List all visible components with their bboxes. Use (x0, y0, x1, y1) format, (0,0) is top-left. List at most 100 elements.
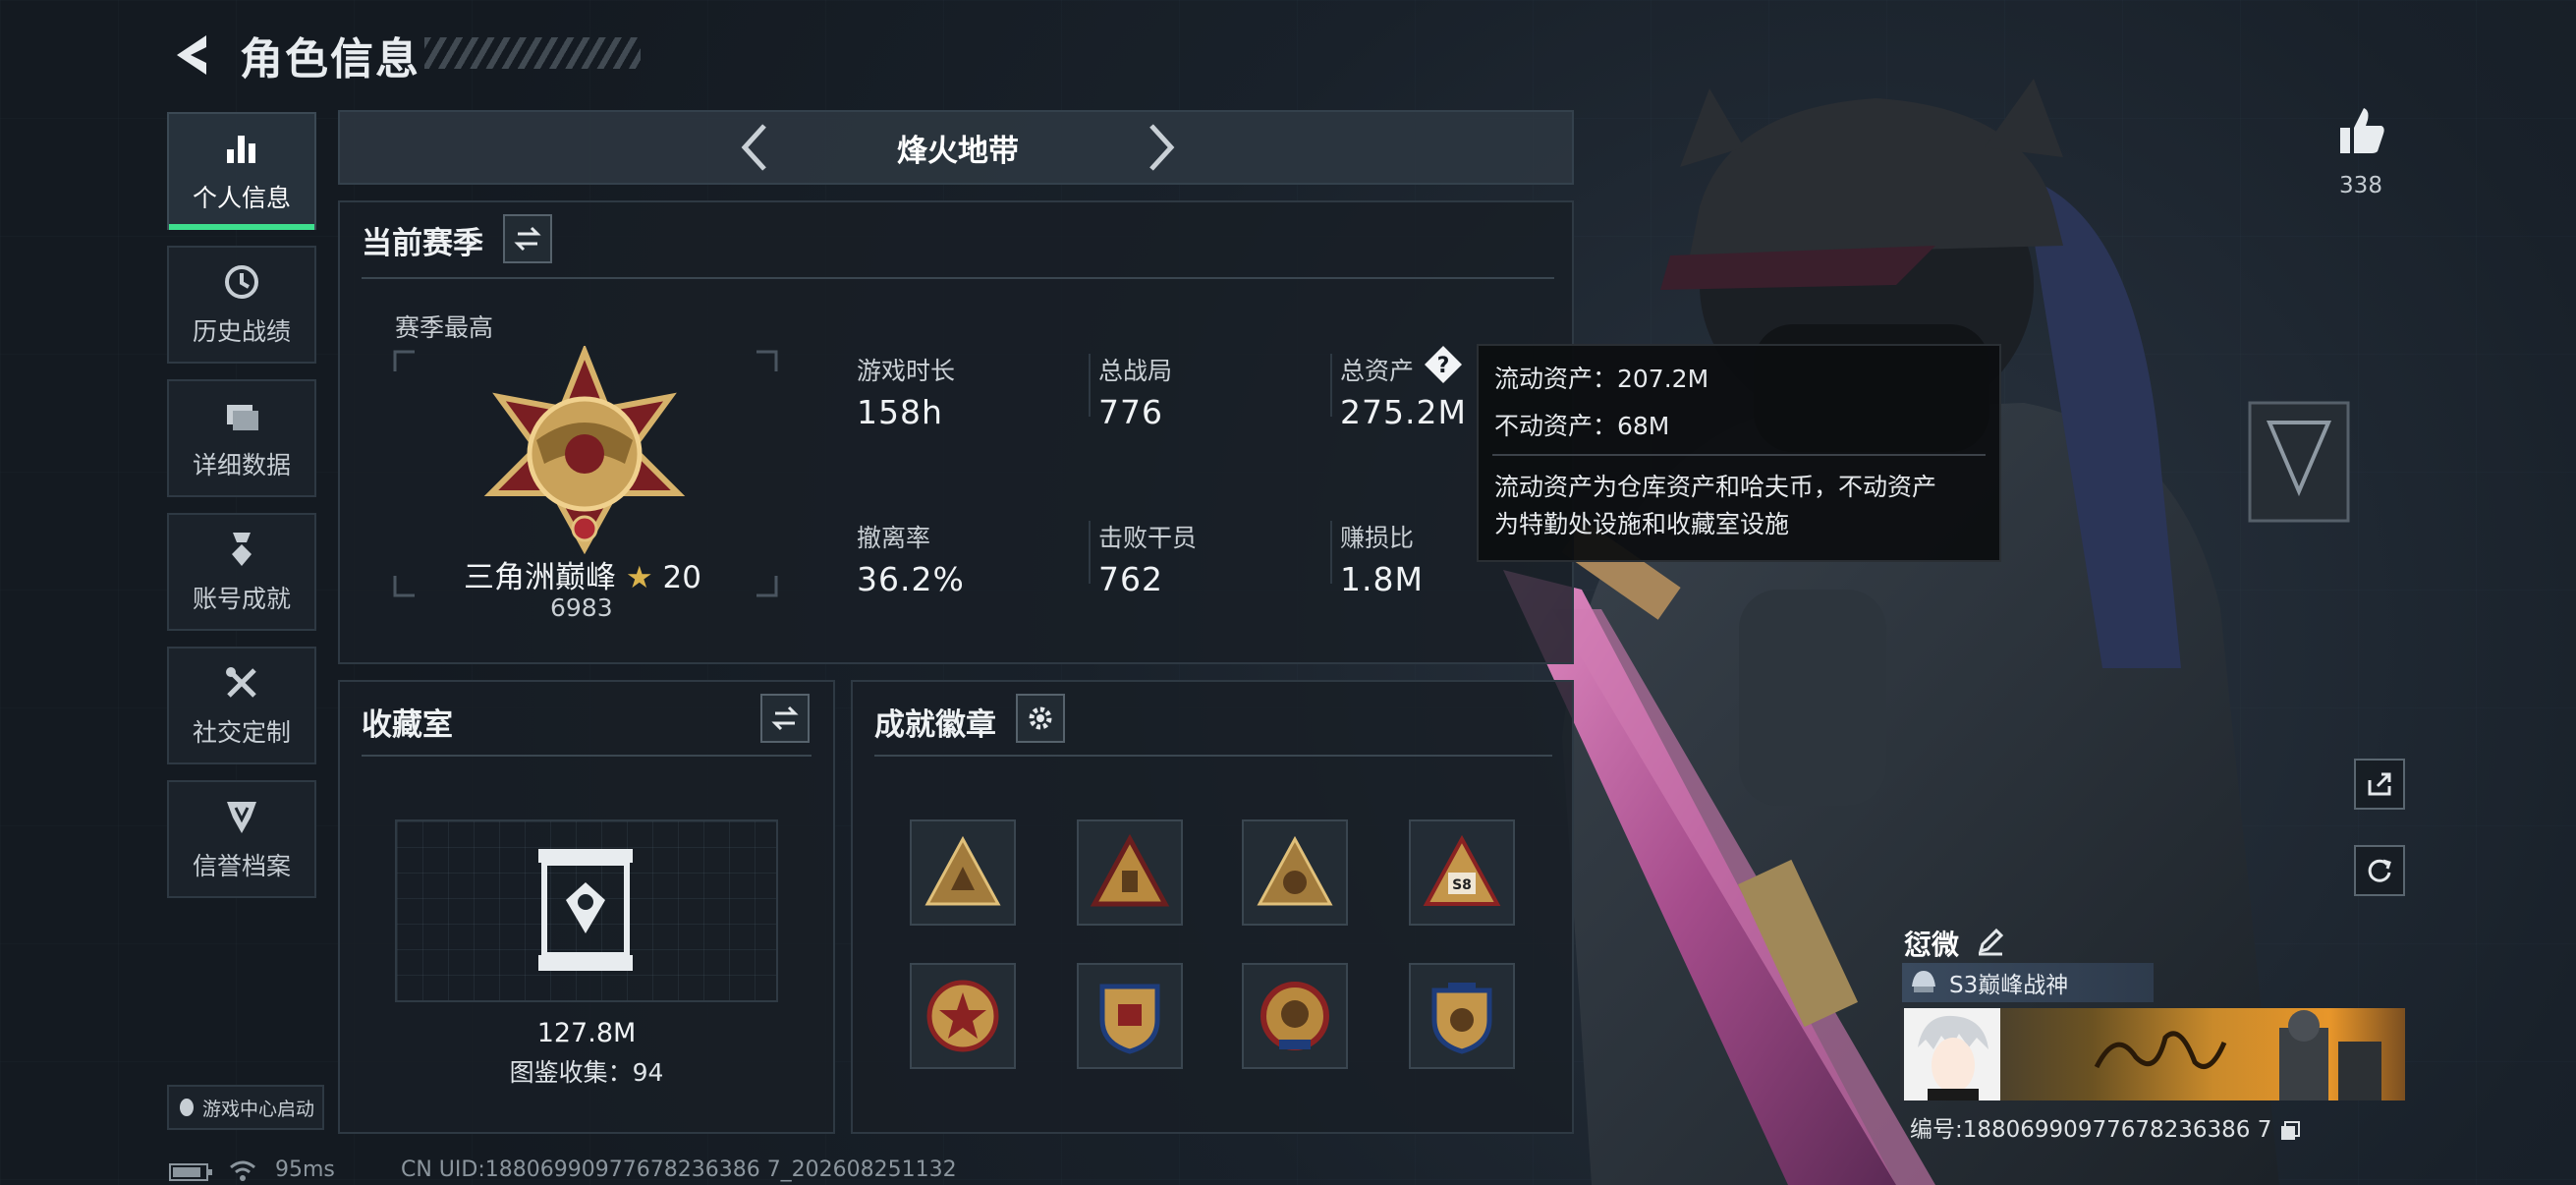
achievement-medal-icon (232, 533, 252, 566)
vault-display-icon (538, 849, 633, 971)
player-name: 愆微 (1904, 929, 1960, 961)
sidebar-item-credit-record[interactable]: 信誉档案 (167, 780, 316, 898)
refresh-button[interactable] (2354, 845, 2405, 896)
tools-icon (226, 667, 256, 698)
thumbs-up-icon[interactable] (2334, 104, 2387, 157)
player-title: S3巅峰战神 (1949, 973, 2069, 998)
rank-score: 6983 (550, 593, 613, 622)
sidebar-item-achievements[interactable]: 账号成就 (167, 513, 316, 631)
season-switch-button[interactable] (503, 214, 552, 263)
game-center-launch[interactable]: 游戏中心启动 (167, 1085, 324, 1130)
tooltip-desc-line-2: 为特勤处设施和收藏室设施 (1494, 510, 1790, 538)
badge-tile[interactable] (1242, 819, 1348, 926)
triangle-badge-icon (924, 835, 1001, 906)
folder-stack-icon (227, 405, 258, 430)
divider (362, 755, 812, 757)
tooltip-liquid-assets: 流动资产：207.2M (1494, 365, 1709, 393)
sidebar-item-label: 详细数据 (192, 451, 291, 480)
divider (1492, 454, 1986, 456)
stat-value-profit-ratio: 1.8M (1340, 560, 1424, 598)
swap-arrows-icon (514, 226, 541, 252)
svg-text:?: ? (1437, 354, 1450, 378)
stat-label-profit-ratio: 赚损比 (1340, 524, 1415, 552)
help-question-icon[interactable]: ? (1423, 344, 1464, 385)
divider (1330, 354, 1332, 417)
triangle-badge-icon (1090, 833, 1170, 907)
collection-catalog: 图鉴收集：94 (509, 1058, 664, 1087)
sidebar-item-history[interactable]: 历史战绩 (167, 246, 316, 364)
helmet-icon (1912, 971, 1935, 992)
badges-settings-button[interactable] (1016, 694, 1065, 743)
rank-star-icon: ★ (625, 560, 653, 595)
sidebar-item-social-custom[interactable]: 社交定制 (167, 647, 316, 764)
bar-chart-icon (227, 136, 255, 163)
sidebar-item-label: 历史战绩 (192, 317, 291, 346)
gear-icon (1029, 706, 1052, 730)
badge-tile[interactable] (910, 819, 1016, 926)
sidebar-item-label: 个人信息 (192, 184, 291, 212)
season-peak-label: 赛季最高 (395, 313, 494, 342)
wifi-icon (230, 1160, 255, 1181)
mode-title: 烽火地带 (897, 134, 1019, 169)
stat-label-playtime: 游戏时长 (857, 357, 956, 385)
tooltip-desc-line-1: 流动资产为仓库资产和哈夫币，不动资产 (1494, 473, 1937, 501)
copy-icon[interactable] (2279, 1120, 2301, 1142)
badges-title: 成就徽章 (874, 707, 996, 743)
stat-value-operators-defeated: 762 (1098, 560, 1163, 598)
stat-label-extract-rate: 撤离率 (857, 524, 931, 552)
rank-emblem-icon (483, 346, 686, 554)
sidebar-item-personal-info[interactable]: 个人信息 (167, 112, 316, 230)
sidebar-item-label: 信誉档案 (192, 852, 291, 880)
badge-tile[interactable] (1077, 963, 1183, 1069)
triangle-badge-s8-icon: S8 (1423, 834, 1501, 906)
assets-tooltip: 流动资产：207.2M 不动资产：68M 流动资产为仓库资产和哈夫币，不动资产 … (1477, 344, 2001, 562)
divider (362, 277, 1554, 279)
sidebar-item-detailed-data[interactable]: 详细数据 (167, 379, 316, 497)
badge-tile[interactable] (1077, 819, 1183, 926)
page-title: 角色信息 (240, 34, 420, 85)
badge-tile[interactable] (1242, 963, 1348, 1069)
penguin-icon (179, 1099, 194, 1116)
divider (1089, 354, 1091, 417)
rank-name: 三角洲巅峰 (464, 560, 616, 595)
player-uid-text: 编号:18806990977678236386 7 (1910, 1117, 2272, 1143)
stat-value-playtime: 158h (857, 393, 943, 431)
network-ping: 95ms (275, 1157, 335, 1182)
player-name-card[interactable] (1900, 1008, 2405, 1100)
sidebar-item-label: 社交定制 (192, 718, 291, 747)
badge-s8-label: S8 (1452, 877, 1472, 893)
shield-emblem-icon (1431, 983, 1492, 1054)
back-arrow-icon[interactable] (167, 29, 218, 81)
player-uid: 编号:18806990977678236386 7 (1910, 1110, 2301, 1144)
divider (1330, 521, 1332, 584)
tooltip-fixed-assets: 不动资产：68M (1494, 412, 1670, 440)
rank-stars: 20 (662, 560, 701, 595)
avatar (1904, 1008, 2000, 1100)
status-uid: CN UID:18806990977678236386 7_2026082511… (401, 1157, 957, 1182)
divider (1089, 521, 1091, 584)
badge-tile[interactable] (910, 963, 1016, 1069)
swap-arrows-icon (771, 705, 799, 731)
share-icon (2368, 772, 2391, 796)
credit-shield-icon (227, 802, 256, 833)
star-emblem-icon (926, 980, 999, 1052)
stat-label-total-matches: 总战局 (1098, 357, 1173, 385)
share-button[interactable] (2354, 759, 2405, 810)
stat-value-total-assets: 275.2M (1340, 393, 1467, 431)
stat-label-total-assets: 总资产 (1340, 357, 1415, 385)
stat-value-extract-rate: 36.2% (857, 560, 965, 598)
badge-tile-s8[interactable]: S8 (1409, 819, 1515, 926)
sidebar-item-label: 账号成就 (192, 585, 291, 613)
triangle-badge-icon (1257, 835, 1333, 906)
rank-name-line: 三角洲巅峰 ★ 20 (464, 552, 701, 596)
player-title-badge: S3巅峰战神 (1902, 963, 2154, 1002)
collection-switch-button[interactable] (760, 694, 810, 743)
season-title: 当前赛季 (362, 226, 483, 261)
badge-tile[interactable] (1409, 963, 1515, 1069)
chevron-right-icon[interactable] (1130, 116, 1189, 179)
stat-label-operators-defeated: 击败干员 (1098, 524, 1198, 552)
like-count: 338 (2339, 173, 2382, 198)
edit-pencil-icon[interactable] (1975, 926, 2006, 957)
chevron-left-icon[interactable] (727, 116, 786, 179)
launch-label: 游戏中心启动 (201, 1098, 314, 1120)
